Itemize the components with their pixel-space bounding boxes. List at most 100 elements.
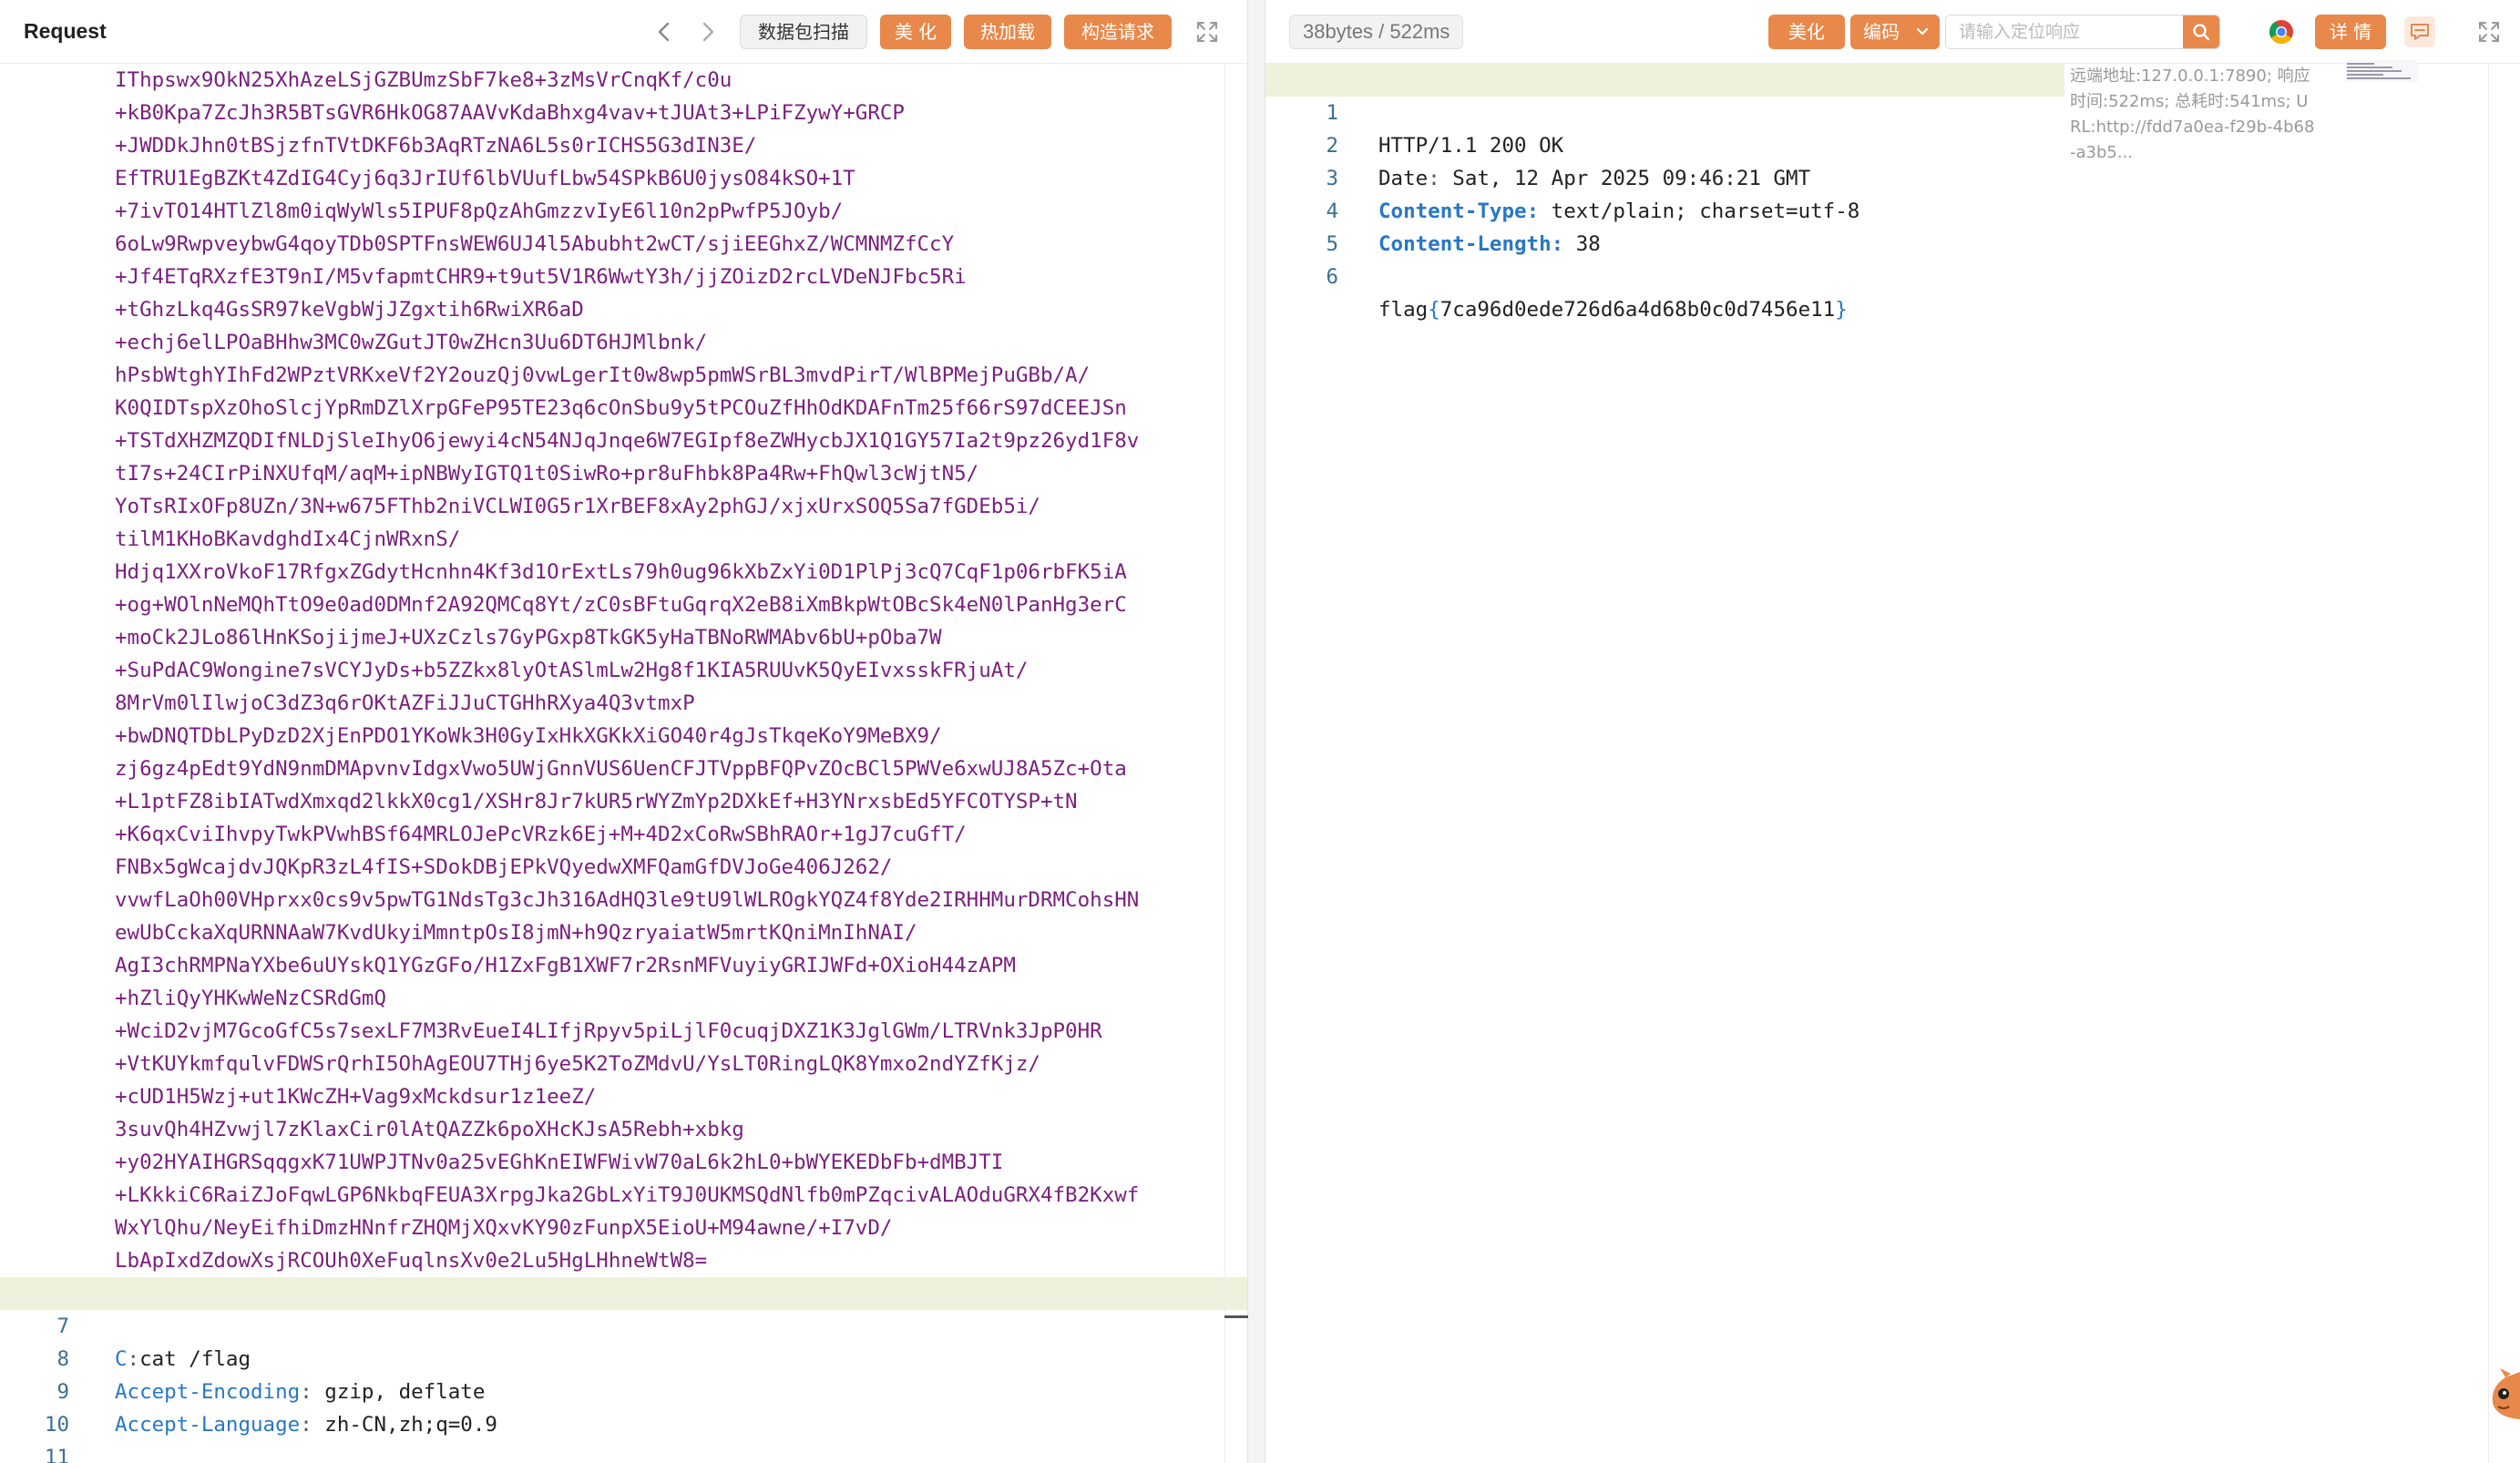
request-body-line: +Jf4ETqRXzfE3T9nI/M5vfapmtCHR9+t9ut5V1R6…: [0, 261, 1247, 293]
chevron-left-icon[interactable]: [649, 16, 680, 47]
request-body-line: EfTRU1EgBZKt4ZdIG4Cyj6q3JrIUf6lbVUufLbw5…: [0, 162, 1247, 195]
minimap-preview[interactable]: [2345, 60, 2418, 82]
base64-text: tilM1KHoBKavdghdIx4CjnWRxnS/: [115, 527, 461, 551]
base64-text: K0QIDTspXzOhoSlcjYpRmDZlXrpGFeP95TE23q6c…: [115, 396, 1127, 420]
request-body-line: +bwDNQTDbLPyDzD2XjEnPDO1YKoWk3H0GyIxHkXG…: [0, 720, 1247, 752]
chevron-down-icon: [1914, 15, 1931, 60]
request-body-line: 3suvQh4HZvwjl7zKlaxCir0lAtQAZZk6poXHcKJs…: [0, 1113, 1247, 1146]
base64-text: +L1ptFZ8ibIATwdXmxqd2lkkX0cg1/XSHr8Jr7kU…: [115, 790, 1078, 813]
response-line-1: 1 HTTP/1.1 200 OK: [1265, 64, 2064, 158]
fullscreen-icon[interactable]: [2474, 16, 2505, 47]
base64-text: +JWDDkJhn0tBSjzfnTVtDKF6b3AqRTzNA6L5s0rI…: [115, 134, 757, 158]
request-body-line: zj6gz4pEdt9YdN9nmDMApvnvIdgxVwo5UWjGnnVU…: [0, 752, 1247, 785]
response-search-input[interactable]: [1946, 15, 2185, 48]
request-line-10: 10: [0, 1376, 1247, 1437]
request-body-line: +hZliQyYHKwWeNzCSRdGmQ: [0, 982, 1247, 1015]
request-body-line: +moCk2JLo86lHnKSojijmeJ+UXzCzls7GyPGxp8T…: [0, 621, 1247, 654]
request-body-line: IThpswx9OkN25XhAzeLSjGZBUmzSbF7ke8+3zMsV…: [0, 64, 1247, 97]
request-scroll-track[interactable]: [1224, 64, 1225, 1463]
response-search: [1945, 15, 2220, 49]
response-scroll-track[interactable]: [2488, 64, 2489, 1463]
request-body-line: +JWDDkJhn0tBSjzfnTVtDKF6b3AqRTzNA6L5s0rI…: [0, 129, 1247, 162]
request-body-line: 6oLw9RwpveybwG4qoyTDb0SPTFnsWEW6UJ4l5Abu…: [0, 228, 1247, 261]
request-title: Request: [24, 19, 107, 43]
request-line-11: 11: [0, 1408, 1247, 1463]
request-body-line: AgI3chRMPNaYXbe6uUYskQ1YGzGFo/H1ZxFgB1XW…: [0, 949, 1247, 982]
response-line-4: 4 Content-Length: 38: [1265, 162, 2520, 256]
encoding-dropdown[interactable]: 编码: [1850, 15, 1940, 49]
base64-text: zj6gz4pEdt9YdN9nmDMApvnvIdgxVwo5UWjGnnVU…: [115, 757, 1127, 781]
request-body-line: ewUbCckaXqURNNAaW7KvdUkyiMmntpOsI8jmN+h9…: [0, 916, 1247, 949]
request-body-line: +kB0Kpa7ZcJh3R5BTsGVR6HkOG87AAVvKdaBhxg4…: [0, 97, 1247, 129]
comment-icon[interactable]: [2404, 16, 2435, 47]
request-editor[interactable]: IThpswx9OkN25XhAzeLSjGZBUmzSbF7ke8+3zMsV…: [0, 64, 1247, 1463]
hot-reload-button[interactable]: 热加载: [964, 15, 1051, 49]
base64-text: +og+WOlnNeMQhTtO9e0ad0DMnf2A92QMCq8Yt/zC…: [115, 593, 1127, 617]
packet-scan-button[interactable]: 数据包扫描: [740, 15, 867, 49]
construct-request-button[interactable]: 构造请求: [1064, 15, 1172, 49]
base64-text: Hdjq1XXroVkoF17RfgxZGdytHcnhn4Kf3d1OrExt…: [115, 560, 1127, 584]
chrome-icon[interactable]: [2266, 16, 2297, 47]
request-body-line: K0QIDTspXzOhoSlcjYpRmDZlXrpGFeP95TE23q6c…: [0, 392, 1247, 425]
base64-text: +hZliQyYHKwWeNzCSRdGmQ: [115, 987, 387, 1010]
line-number: 11: [44, 1446, 69, 1463]
base64-text: +tGhzLkq4GsSR97keVgbWjJZgxtih6RwiXR6aD: [115, 298, 584, 322]
request-body-line: +L1ptFZ8ibIATwdXmxqd2lkkX0cg1/XSHr8Jr7kU…: [0, 785, 1247, 818]
request-body-line: +WciD2vjM7GcoGfC5s7sexLF7M3RvEueI4LIfjRp…: [0, 1015, 1247, 1048]
search-icon[interactable]: [2183, 15, 2219, 48]
details-button[interactable]: 详 情: [2315, 15, 2386, 49]
request-body-line: vvwfLaOh00VHprxx0cs9v5pwTG1NdsTg3cJh316A…: [0, 884, 1247, 916]
request-body-line: +K6qxCviIhvpyTwkPVwhBSf64MRLOJePcVRzk6Ej…: [0, 818, 1247, 851]
base64-text: +7ivTO14HTlZl8m0iqWyWls5IPUF8pQzAhGmzzvI…: [115, 200, 844, 223]
fullscreen-icon[interactable]: [1192, 16, 1223, 47]
base64-text: hPsbWtghYIhFd2WPztVRKxeVf2Y2ouzQj0vwLger…: [115, 363, 1091, 387]
base64-text: EfTRU1EgBZKt4ZdIG4Cyj6q3JrIUf6lbVUufLbw5…: [115, 167, 855, 190]
request-body-line: +LKkkiC6RaiZJoFqwLGP6NkbqFEUA3XrpgJka2Gb…: [0, 1179, 1247, 1212]
cat-mascot-icon[interactable]: [2478, 1366, 2520, 1421]
base64-text: +moCk2JLo86lHnKSojijmeJ+UXzCzls7GyPGxp8T…: [115, 626, 942, 650]
base64-text: tI7s+24CIrPiNXUfqM/aqM+ipNBWyIGTQ1t0SiwR…: [115, 462, 979, 486]
request-scroll-thumb[interactable]: [1224, 1315, 1248, 1318]
request-line-9: 9 Accept-Language: zh-CN,zh;q=0.9: [0, 1343, 1247, 1437]
request-body-line: hPsbWtghYIhFd2WPztVRKxeVf2Y2ouzQj0vwLger…: [0, 359, 1247, 392]
request-body-line: FNBx5gWcajdvJQKpR3zL4fIS+SDokDBjEPkVQyed…: [0, 851, 1247, 884]
request-body-line: +7ivTO14HTlZl8m0iqWyWls5IPUF8pQzAhGmzzvI…: [0, 195, 1247, 228]
response-editor[interactable]: 1 HTTP/1.1 200 OK 2 Date: Sat, 12 Apr 20…: [1265, 64, 2520, 1463]
base64-text: +bwDNQTDbLPyDzD2XjEnPDO1YKoWk3H0GyIxHkXG…: [115, 724, 942, 748]
base64-text: +Jf4ETqRXzfE3T9nI/M5vfapmtCHR9+t9ut5V1R6…: [115, 265, 967, 289]
request-body-line: +tGhzLkq4GsSR97keVgbWjJZgxtih6RwiXR6aD: [0, 293, 1247, 326]
response-line-5: 5: [1265, 195, 2520, 256]
base64-text: +echj6elLPOaBHhw3MC0wZGutJT0wZHcn3Uu6DT6…: [115, 331, 708, 354]
base64-text: +WciD2vjM7GcoGfC5s7sexLF7M3RvEueI4LIfjRp…: [115, 1019, 1102, 1043]
response-panel: 38bytes / 522ms 美化 编码 详 情: [1265, 0, 2520, 1463]
base64-text: 6oLw9RwpveybwG4qoyTDb0SPTFnsWEW6UJ4l5Abu…: [115, 232, 955, 256]
line-number: 6: [1326, 265, 1338, 289]
request-body-line: LbApIxdZdowXsjRCOUh0XeFuqlnsXv0e2Lu5HgLH…: [0, 1244, 1247, 1277]
base64-text: LbApIxdZdowXsjRCOUh0XeFuqlnsXv0e2Lu5HgLH…: [115, 1249, 708, 1273]
request-body-line: WxYlQhu/NeyEifhiDmzHNnfrZHQMjXQxvKY90zFu…: [0, 1212, 1247, 1244]
base64-text: +cUD1H5Wzj+ut1KWcZH+Vag9xMckdsur1z1eeZ/: [115, 1085, 597, 1109]
response-beautify-button[interactable]: 美化: [1768, 15, 1845, 49]
request-body-line: 8MrVm0lIlwjoC3dZ3q6rOKtAZFiJJuCTGHhRXya4…: [0, 687, 1247, 720]
request-body-line: +echj6elLPOaBHhw3MC0wZGutJT0wZHcn3Uu6DT6…: [0, 326, 1247, 359]
base64-text: +VtKUYkmfqulvFDWSrQrhI5OhAgEOU7THj6ye5K2…: [115, 1052, 1040, 1076]
request-line-8: 8 Accept-Encoding: gzip, deflate: [0, 1310, 1247, 1404]
chevron-right-icon[interactable]: [692, 16, 723, 47]
request-body-line: tilM1KHoBKavdghdIx4CjnWRxnS/: [0, 523, 1247, 556]
request-line-7: 7 C:cat /flag: [0, 1277, 1247, 1371]
response-toolbar: 38bytes / 522ms 美化 编码 详 情: [1265, 0, 2520, 64]
base64-text: +TSTdXHZMZQDIfNLDjSleIhyO6jewyi4cN54NJqJ…: [115, 429, 1140, 453]
base64-text: +SuPdAC9Wongine7sVCYJyDs+b5ZZkx8lyOtASlm…: [115, 659, 1029, 682]
base64-text: 8MrVm0lIlwjoC3dZ3q6rOKtAZFiJJuCTGHhRXya4…: [115, 691, 695, 715]
request-body-line: YoTsRIxOFp8UZn/3N+w675FThb2niVCLWI0G5r1X…: [0, 490, 1247, 523]
request-body-line: +og+WOlnNeMQhTtO9e0ad0DMnf2A92QMCq8Yt/zC…: [0, 588, 1247, 621]
base64-text: WxYlQhu/NeyEifhiDmzHNnfrZHQMjXQxvKY90zFu…: [115, 1216, 893, 1240]
base64-text: 3suvQh4HZvwjl7zKlaxCir0lAtQAZZk6poXHcKJs…: [115, 1118, 744, 1141]
base64-text: ewUbCckaXqURNNAaW7KvdUkyiMmntpOsI8jmN+h9…: [115, 921, 917, 945]
base64-text: IThpswx9OkN25XhAzeLSjGZBUmzSbF7ke8+3zMsV…: [115, 68, 732, 92]
flag-value: 7ca96d0ede726d6a4d68b0c0d7456e11: [1439, 298, 1836, 322]
request-body-line: +TSTdXHZMZQDIfNLDjSleIhyO6jewyi4cN54NJqJ…: [0, 425, 1247, 457]
base64-text: +LKkkiC6RaiZJoFqwLGP6NkbqFEUA3XrpgJka2Gb…: [115, 1183, 1140, 1207]
flag-prefix: flag: [1378, 298, 1429, 322]
beautify-button[interactable]: 美 化: [880, 15, 951, 49]
